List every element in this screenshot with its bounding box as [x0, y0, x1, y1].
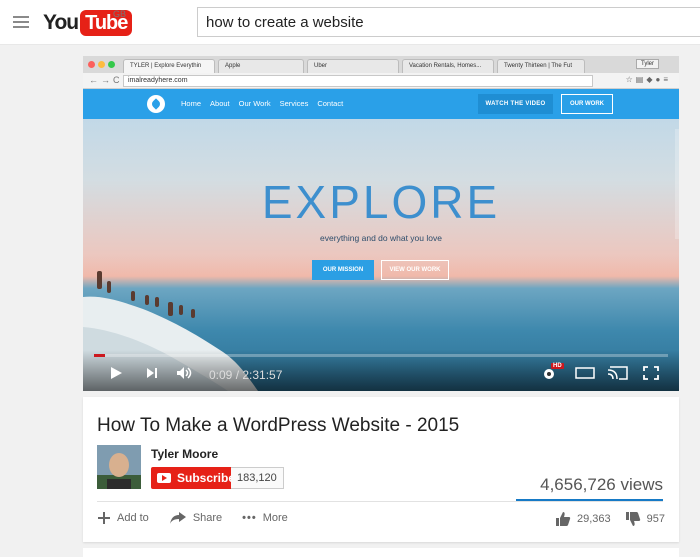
theater-mode-icon[interactable] [575, 366, 595, 380]
subscribe-label: Subscribe [177, 471, 236, 485]
dislike-count: 957 [646, 513, 665, 525]
thumbs-down-icon[interactable] [625, 511, 641, 527]
site-nav-links: Home About Our Work Services Contact [181, 99, 343, 108]
progress-fill [94, 354, 106, 357]
site-nav-about: About [210, 99, 230, 108]
volume-icon[interactable] [176, 366, 194, 380]
browser-extension-icons: ☆▤◆●≡ [625, 75, 671, 84]
more-button[interactable]: ••• More [242, 512, 288, 524]
browser-tab: Vacation Rentals, Homes... [402, 59, 494, 73]
site-our-mission-button: OUR MISSION [312, 260, 374, 280]
browser-tab: Twenty Thirteen | The Fut [497, 59, 585, 73]
browser-tab: Uber [307, 59, 399, 73]
browser-nav-icons: ←→C [89, 75, 123, 85]
rating-bar: 29,363 957 [555, 511, 665, 527]
browser-url: imalreadyhere.com [123, 75, 593, 87]
browser-url-bar: ←→C imalreadyhere.com ☆▤◆●≡ [83, 73, 679, 89]
browser-user-button: Tyler [635, 59, 659, 69]
progress-bar[interactable] [94, 354, 668, 357]
site-nav-home: Home [181, 99, 202, 108]
site-navbar: Home About Our Work Services Contact WAT… [83, 89, 679, 119]
action-bar: Add to Share ••• More [97, 511, 308, 525]
site-logo-icon [147, 95, 165, 113]
next-card [83, 548, 679, 557]
site-view-our-work-button: VIEW OUR WORK [381, 260, 449, 280]
menu-icon[interactable] [13, 16, 29, 28]
site-our-work-button: OUR WORK [561, 94, 613, 114]
browser-tab: Apple [218, 59, 304, 73]
channel-name[interactable]: Tyler Moore [151, 447, 218, 461]
like-count: 29,363 [576, 513, 611, 525]
cast-icon[interactable] [607, 366, 629, 380]
site-tagline: everything and do what you love [320, 233, 442, 243]
site-watch-video-button: WATCH THE VIDEO [478, 94, 553, 114]
add-to-button[interactable]: Add to [97, 511, 149, 525]
subscriber-count: 183,120 [231, 467, 284, 489]
site-nav-services: Services [279, 99, 309, 108]
share-button[interactable]: Share [169, 511, 222, 525]
masthead: You Tube GB how to create a website [0, 0, 700, 45]
search-input[interactable]: how to create a website [197, 7, 700, 37]
subscribe-button[interactable]: Subscribe [151, 467, 243, 489]
add-to-label: Add to [117, 512, 149, 524]
more-dots-icon: ••• [242, 512, 257, 524]
thumbs-up-icon[interactable] [555, 511, 571, 527]
site-nav-contact: Contact [317, 99, 344, 108]
region-code: GB [113, 9, 127, 19]
site-nav-our-work: Our Work [238, 99, 271, 108]
video-player[interactable]: TYLER | Explore Everythin Apple Uber Vac… [83, 56, 679, 391]
minimize-window-icon [98, 61, 105, 68]
more-label: More [262, 512, 288, 524]
close-window-icon [88, 61, 95, 68]
view-count: 4,656,726 views [540, 475, 663, 494]
share-label: Share [192, 512, 223, 524]
browser-tab: TYLER | Explore Everythin [123, 59, 215, 73]
play-icon[interactable] [109, 366, 123, 380]
hd-badge: HD [551, 363, 564, 369]
zoom-window-icon [108, 61, 115, 68]
fullscreen-icon[interactable] [643, 366, 659, 380]
video-info-card: How To Make a WordPress Website - 2015 T… [83, 397, 679, 542]
plus-icon [98, 512, 110, 524]
like-ratio-bar [516, 499, 663, 501]
browser-tab-strip: TYLER | Explore Everythin Apple Uber Vac… [83, 56, 679, 73]
channel-avatar[interactable] [97, 445, 141, 489]
next-icon[interactable] [145, 366, 159, 380]
video-frame: Home About Our Work Services Contact WAT… [83, 89, 679, 391]
logo-you-text: You [43, 11, 79, 34]
youtube-play-icon [157, 473, 171, 483]
site-headline: EXPLORE [261, 176, 501, 228]
video-title: How To Make a WordPress Website - 2015 [97, 415, 460, 436]
share-arrow-icon [169, 512, 186, 524]
site-scrollbar [675, 129, 679, 239]
divider [97, 501, 663, 502]
player-controls: 0:09 / 2:31:57 HD [83, 350, 679, 391]
player-time: 0:09 / 2:31:57 [209, 368, 283, 382]
